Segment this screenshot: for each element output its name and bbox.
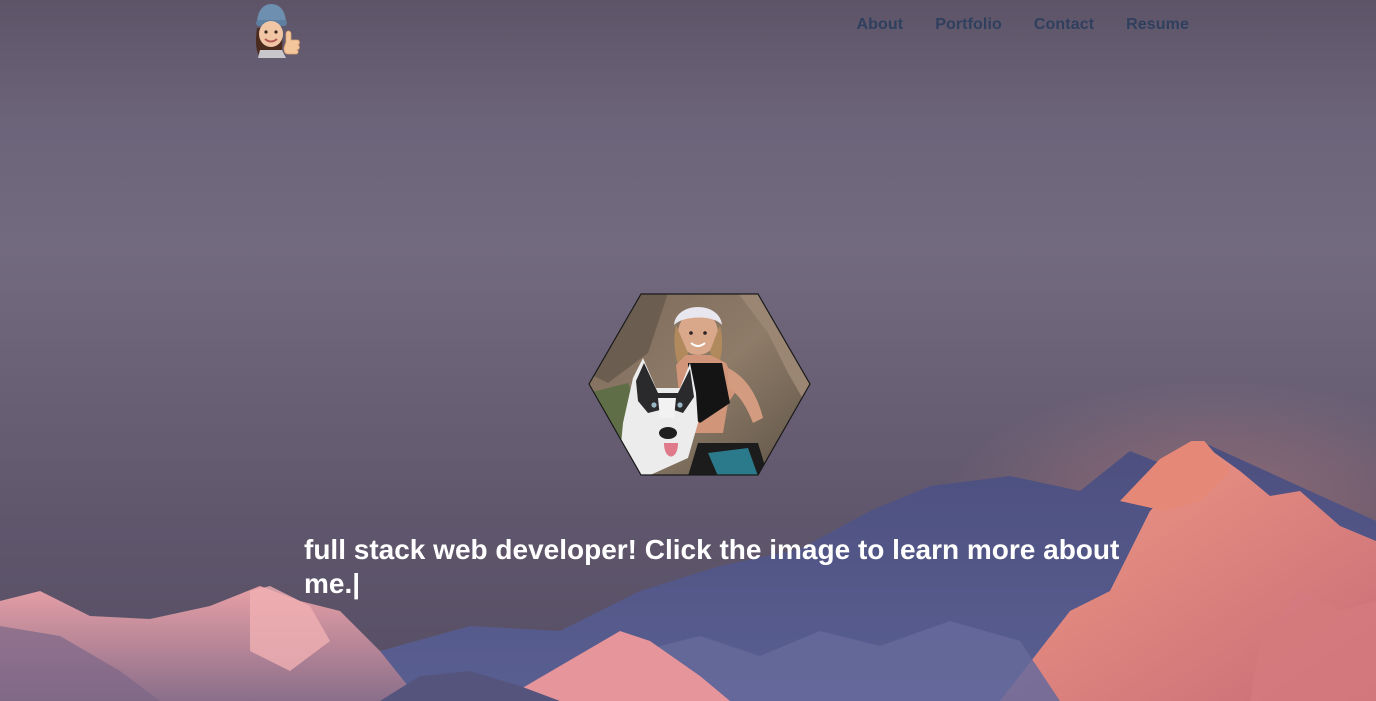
- nav-link-portfolio[interactable]: Portfolio: [935, 16, 1002, 34]
- top-navbar: About Portfolio Contact Resume: [0, 0, 1376, 60]
- profile-photo-hexagon[interactable]: [588, 293, 811, 476]
- hero-tagline: full stack web developer! Click the imag…: [304, 533, 1124, 601]
- memoji-thumbs-up-icon[interactable]: [250, 2, 304, 58]
- typing-cursor: |: [352, 568, 361, 599]
- nav-link-about[interactable]: About: [857, 16, 904, 34]
- tagline-text: full stack web developer! Click the imag…: [304, 534, 1120, 599]
- nav-links: About Portfolio Contact Resume: [857, 16, 1190, 34]
- nav-link-resume[interactable]: Resume: [1126, 16, 1189, 34]
- nav-link-contact[interactable]: Contact: [1034, 16, 1094, 34]
- page: About Portfolio Contact Resume full stac…: [0, 0, 1376, 701]
